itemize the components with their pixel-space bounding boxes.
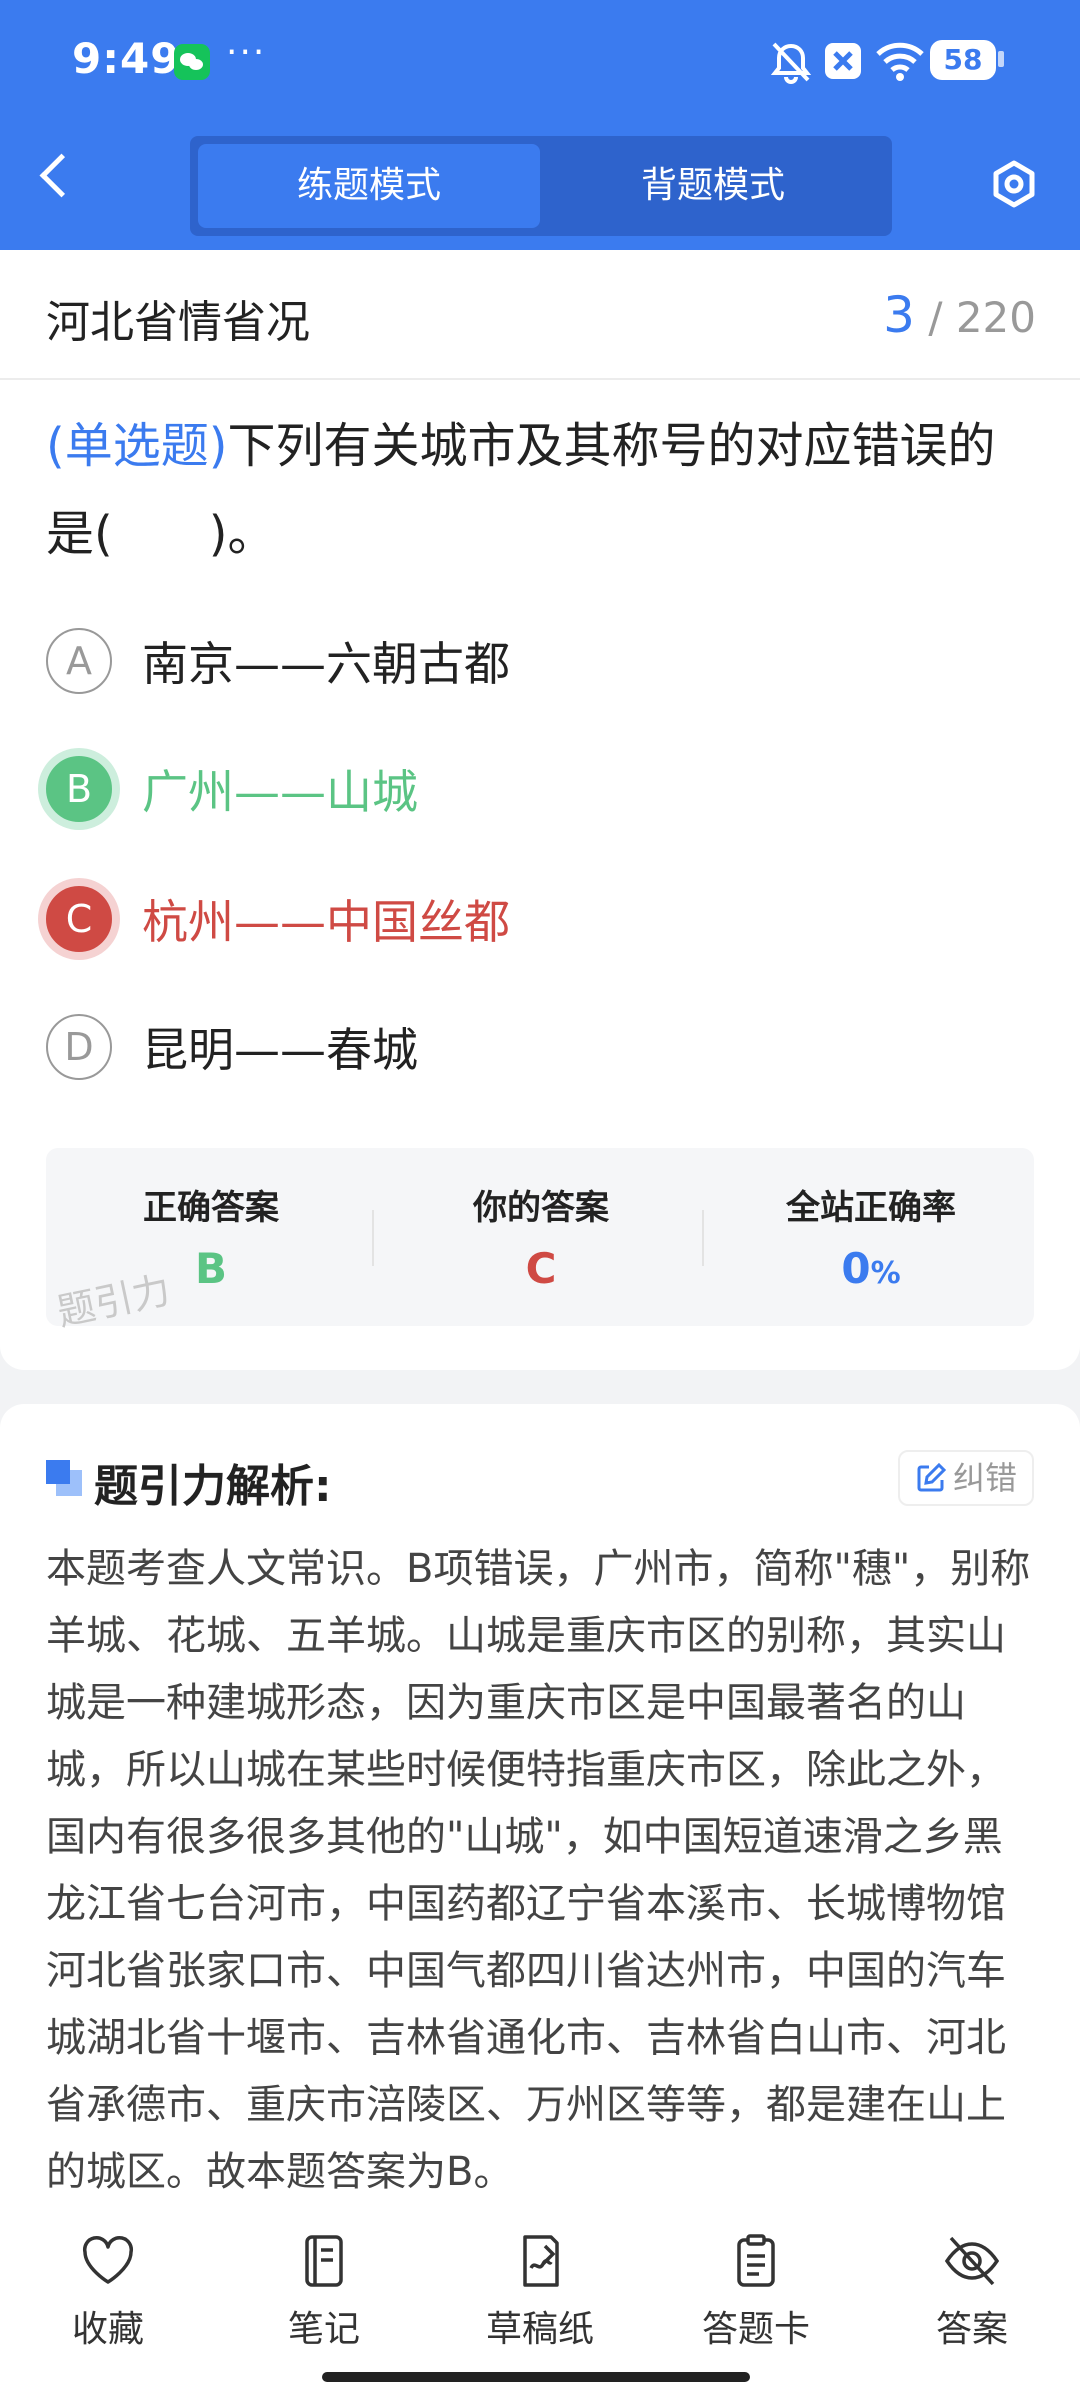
site-accuracy-number: 0 <box>841 1244 871 1293</box>
option-text: 杭州——中国丝都 <box>142 895 510 949</box>
question-type: (单选题) <box>46 418 228 474</box>
settings-icon[interactable] <box>990 160 1038 208</box>
tab-answer-card[interactable]: 答题卡 <box>676 2232 836 2352</box>
option-letter: A <box>46 628 112 694</box>
notebook-icon <box>305 2235 343 2287</box>
tab-show-answer[interactable]: 答案 <box>892 2232 1052 2352</box>
report-error-button[interactable]: 纠错 <box>898 1450 1034 1506</box>
counter-separator: / <box>928 293 943 342</box>
question-counter: 3 / 220 <box>883 286 1036 344</box>
your-answer-label: 你的答案 <box>473 1188 609 1228</box>
analysis-icon <box>46 1460 82 1496</box>
site-accuracy-unit: % <box>870 1256 901 1291</box>
option-b-correct[interactable]: B 广州——山城 <box>46 756 418 822</box>
answer-stats <box>46 1148 1034 1326</box>
heart-icon <box>82 2236 134 2284</box>
wifi-icon <box>876 42 924 81</box>
status-time: 9:49 <box>72 34 181 83</box>
option-c-wrong[interactable]: C 杭州——中国丝都 <box>46 886 510 952</box>
answer-card-icon <box>737 2234 775 2287</box>
draft-paper-icon <box>523 2235 559 2287</box>
wechat-icon <box>174 44 210 80</box>
no-sim-icon <box>825 43 861 79</box>
tab-label: 答题卡 <box>701 2309 810 2350</box>
edit-icon <box>917 1462 947 1492</box>
option-text: 南京——六朝古都 <box>142 637 510 691</box>
eye-off-icon <box>944 2236 1000 2286</box>
current-question-number: 3 <box>883 286 915 344</box>
tab-favorite[interactable]: 收藏 <box>28 2232 188 2352</box>
tab-label: 收藏 <box>71 2309 144 2350</box>
site-accuracy-label: 全站正确率 <box>786 1188 956 1228</box>
stat-divider <box>372 1210 374 1266</box>
more-notifications: ··· <box>226 32 267 73</box>
tab-notes[interactable]: 笔记 <box>244 2232 404 2352</box>
correct-answer-label: 正确答案 <box>143 1188 279 1228</box>
mute-bell-icon <box>770 42 812 84</box>
option-letter: D <box>46 1014 112 1080</box>
tab-draft-paper[interactable]: 草稿纸 <box>460 2232 620 2352</box>
report-error-label: 纠错 <box>952 1459 1017 1497</box>
chapter-title: 河北省情省况 <box>46 297 310 348</box>
battery-indicator: 58 <box>930 40 996 80</box>
option-a[interactable]: A 南京——六朝古都 <box>46 628 510 694</box>
tab-practice-mode[interactable]: 练题模式 <box>198 144 540 228</box>
home-indicator[interactable] <box>322 2372 750 2382</box>
total-question-count: 220 <box>955 293 1036 342</box>
option-text: 昆明——春城 <box>142 1023 418 1077</box>
analysis-text: 本题考查人文常识。B项错误，广州市，简称"穗"，别称羊城、花城、五羊城。山城是重… <box>46 1546 1031 2195</box>
stat-divider <box>702 1210 704 1266</box>
option-letter: C <box>46 886 112 952</box>
battery-tip <box>998 51 1004 67</box>
analysis-title: 题引力解析: <box>94 1461 332 1512</box>
tab-label: 笔记 <box>287 2309 360 2350</box>
tab-label: 答案 <box>935 2309 1008 2350</box>
site-accuracy-value: 0% <box>706 1244 1036 1293</box>
option-d[interactable]: D 昆明——春城 <box>46 1014 418 1080</box>
option-letter: B <box>46 756 112 822</box>
option-text: 广州——山城 <box>142 765 418 819</box>
tab-recite-mode[interactable]: 背题模式 <box>548 144 878 228</box>
divider <box>0 378 1080 380</box>
your-answer-value: C <box>525 1244 557 1293</box>
tab-label: 草稿纸 <box>485 2309 594 2350</box>
question-stem: (单选题)下列有关城市及其称号的对应错误的是( )。 <box>46 402 1036 578</box>
